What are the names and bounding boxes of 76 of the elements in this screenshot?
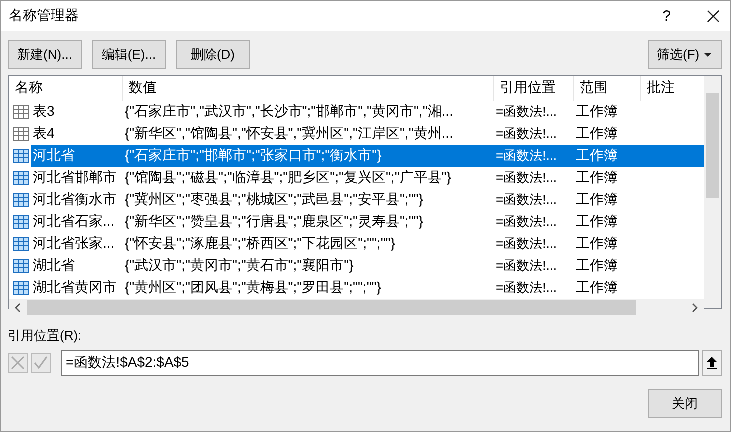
column-header[interactable]: 批注 — [641, 76, 704, 101]
filter-button[interactable]: 筛选(F) — [648, 40, 722, 69]
close-icon[interactable] — [707, 10, 720, 22]
column-header[interactable]: 数值 — [123, 76, 494, 101]
name-row[interactable]: 湖北省 {"武汉市";"黄冈市";"黄石市";"襄阳市"} =函数法!... 工作簿 — [9, 255, 704, 277]
table-cell-text: 河北省石家... — [32, 213, 116, 231]
table-cell-text: =函数法!... — [496, 235, 558, 253]
scroll-left-icon[interactable] — [15, 302, 21, 312]
table-cell-text: =函数法!... — [496, 103, 558, 121]
table-cell-text: =函数法!... — [496, 279, 558, 297]
table-cell-text: {"馆陶县";"磁县";"临漳县";"肥乡区";"复兴区";"广平县"} — [125, 169, 452, 187]
table-cell-text: {"新华区";"赞皇县";"行唐县";"鹿泉区";"灵寿县";""} — [125, 213, 424, 231]
window-title: 名称管理器 — [9, 7, 79, 25]
table-cell-text: =函数法!... — [496, 213, 558, 231]
toolbar-button[interactable]: 删除(D) — [176, 40, 250, 69]
table-cell-text: 工作簿 — [576, 125, 619, 143]
table-cell-text: {"石家庄市","武汉市","长沙市";"邯郸市","黄冈市","湘... — [125, 103, 454, 121]
table-cell-text: 工作簿 — [576, 257, 619, 275]
name-row[interactable]: 河北省衡水市 {"冀州区";"枣强县";"桃城区";"武邑县";"安平县";""} =函数法!... 工作簿 — [9, 189, 704, 211]
column-header[interactable]: 引用位置 — [494, 76, 574, 101]
close-button[interactable]: 关闭 — [648, 389, 722, 418]
table-cell-text: {"石家庄市";"邯郸市";"张家口市";"衡水市"} — [125, 147, 383, 165]
range-icon — [13, 281, 29, 295]
name-row[interactable]: 表3 {"石家庄市","武汉市","长沙市";"邯郸市","黄冈市","湘... =函数法!... 工作簿 — [9, 101, 704, 123]
table-cell-text: 表4 — [32, 125, 56, 143]
vertical-scrollbar[interactable] — [704, 76, 721, 308]
table-icon — [13, 105, 29, 119]
table-cell-text: 湖北省 — [32, 257, 76, 275]
column-header[interactable]: 范围 — [574, 76, 641, 101]
scroll-right-icon[interactable] — [692, 302, 698, 312]
table-cell-text: 河北省邯郸市 — [32, 169, 118, 187]
range-icon — [13, 215, 29, 229]
table-cell-text: =函数法!... — [496, 191, 558, 209]
name-row[interactable]: 湖北省黄冈市 {"黄州区";"团风县";"黄梅县";"罗田县";"";""} =函数法!... 工作簿 — [9, 277, 704, 299]
table-cell-text: =函数法!... — [496, 257, 558, 275]
collapse-button[interactable] — [702, 350, 722, 376]
name-row[interactable]: 河北省张家... {"怀安县";"涿鹿县";"桥西区";"下花园区";"";""} =函数法!... 工作簿 — [9, 233, 704, 255]
name-row[interactable]: 表4 {"新华区","馆陶县","怀安县","冀州区","江岸区","黄州... =函数法!... 工作簿 — [9, 123, 704, 145]
table-cell-text: 湖北省黄冈市 — [32, 279, 118, 297]
table-cell-text: {"黄州区";"团风县";"黄梅县";"罗田县";"";""} — [125, 279, 382, 297]
check-icon[interactable] — [31, 353, 51, 373]
table-cell-text: 河北省 — [32, 147, 76, 165]
table-cell-text: 工作簿 — [576, 235, 619, 253]
table-cell-text: =函数法!... — [496, 169, 558, 187]
name-row[interactable]: 河北省石家... {"新华区";"赞皇县";"行唐县";"鹿泉区";"灵寿县";""} =函数法!... 工作簿 — [9, 211, 704, 233]
table-cell-text: {"武汉市";"黄冈市";"黄石市";"襄阳市"} — [125, 257, 355, 275]
name-row[interactable]: 河北省邯郸市 {"馆陶县";"磁县";"临漳县";"肥乡区";"复兴区";"广平县"} =函数法!... 工作簿 — [9, 167, 704, 189]
table-cell-text: 工作簿 — [576, 191, 619, 209]
table-cell-text: {"怀安县";"涿鹿县";"桥西区";"下花园区";"";""} — [125, 235, 396, 253]
range-icon — [13, 259, 29, 273]
table-cell-text: 工作簿 — [576, 147, 619, 165]
range-icon — [13, 237, 29, 251]
table-cell-text: {"新华区","馆陶县","怀安县","冀州区","江岸区","黄州... — [125, 125, 454, 143]
help-button[interactable]: ? — [662, 8, 671, 24]
caret-icon — [704, 52, 712, 56]
column-header[interactable]: 名称 — [9, 76, 123, 101]
table-cell-text: 工作簿 — [576, 169, 619, 187]
table-cell-text: 表3 — [32, 103, 56, 121]
table-cell-text: 工作簿 — [576, 103, 619, 121]
table-cell-text: 工作簿 — [576, 279, 619, 297]
range-icon — [13, 149, 29, 163]
range-icon — [13, 171, 29, 185]
toolbar-button[interactable]: 新建(N)... — [8, 40, 82, 69]
horizontal-scrollbar[interactable] — [9, 299, 704, 316]
upload-arrow-icon — [707, 357, 717, 369]
table-cell-text: 工作簿 — [576, 213, 619, 231]
toolbar-button[interactable]: 编辑(E)... — [92, 40, 166, 69]
range-icon — [13, 193, 29, 207]
table-cell-text: 河北省衡水市 — [32, 191, 118, 209]
reference-field[interactable]: =函数法!$A$2:$A$5 — [61, 350, 699, 376]
table-icon — [13, 127, 29, 141]
table-cell-text: 河北省张家... — [32, 235, 116, 253]
reference-label: 引用位置(R): — [8, 327, 83, 345]
table-cell-text: =函数法!... — [496, 147, 558, 165]
table-cell-text: {"冀州区";"枣强县";"桃城区";"武邑县";"安平县";""} — [125, 191, 424, 209]
table-cell-text: =函数法!... — [496, 125, 558, 143]
